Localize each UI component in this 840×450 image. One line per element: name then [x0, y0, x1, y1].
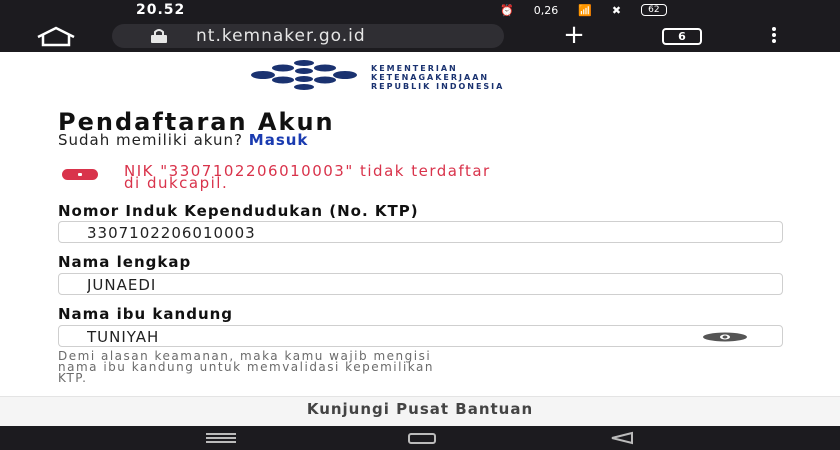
help-center-link[interactable]: Kunjungi Pusat Bantuan	[307, 400, 533, 418]
browser-toolbar: nt.kemnaker.go.id + 6	[0, 20, 840, 52]
more-menu-icon[interactable]	[768, 26, 780, 46]
sim-icon: ✖	[611, 3, 622, 17]
battery-indicator: 62	[641, 4, 667, 16]
login-prompt: Sudah memiliki akun?	[58, 131, 243, 149]
home-icon[interactable]	[34, 25, 78, 47]
clock: 20.52	[136, 2, 186, 18]
wifi-icon: 📶	[578, 3, 592, 17]
security-hint: Demi alasan keamanan, maka kamu wajib me…	[58, 349, 434, 385]
network-speed: 0,26	[533, 3, 559, 17]
recents-icon[interactable]	[206, 433, 236, 443]
system-navigation-bar	[0, 426, 840, 450]
back-icon[interactable]	[606, 431, 636, 445]
full-name-label: Nama lengkap	[58, 253, 192, 271]
url-text: nt.kemnaker.go.id	[196, 26, 366, 46]
alarm-icon: ⏰	[500, 3, 514, 17]
logo-text: KEMENTERIAN KETENAGAKERJAAN REPUBLIK IND…	[371, 64, 505, 91]
status-icons: ⏰ 0,26 📶 ✖ 62	[500, 3, 667, 17]
lock-icon	[151, 29, 167, 43]
new-tab-button[interactable]: +	[556, 22, 592, 48]
eye-icon[interactable]	[702, 332, 748, 342]
nik-label: Nomor Induk Kependudukan (No. KTP)	[58, 202, 419, 220]
error-icon	[62, 169, 98, 180]
tab-switcher-button[interactable]: 6	[662, 28, 702, 45]
full-name-input[interactable]	[87, 276, 707, 294]
error-message: NIK "3307102206010003" tidak terdaftar d…	[124, 162, 491, 192]
ministry-logo: KEMENTERIAN KETENAGAKERJAAN REPUBLIK IND…	[245, 58, 605, 94]
help-bar: Kunjungi Pusat Bantuan	[0, 396, 840, 426]
home-nav-icon[interactable]	[408, 433, 436, 444]
full-name-field[interactable]	[58, 273, 783, 295]
mother-name-input[interactable]	[87, 328, 707, 346]
login-prompt-row: Sudah memiliki akun? Masuk	[58, 131, 308, 149]
nik-input[interactable]	[87, 224, 707, 242]
status-bar: 20.52 ⏰ 0,26 📶 ✖ 62	[0, 0, 840, 20]
logo-emblem-icon	[251, 60, 357, 90]
nik-field[interactable]	[58, 221, 783, 243]
mother-name-field[interactable]	[58, 325, 783, 347]
address-bar[interactable]: nt.kemnaker.go.id	[112, 24, 504, 48]
login-link[interactable]: Masuk	[249, 131, 309, 149]
mother-name-label: Nama ibu kandung	[58, 305, 234, 323]
